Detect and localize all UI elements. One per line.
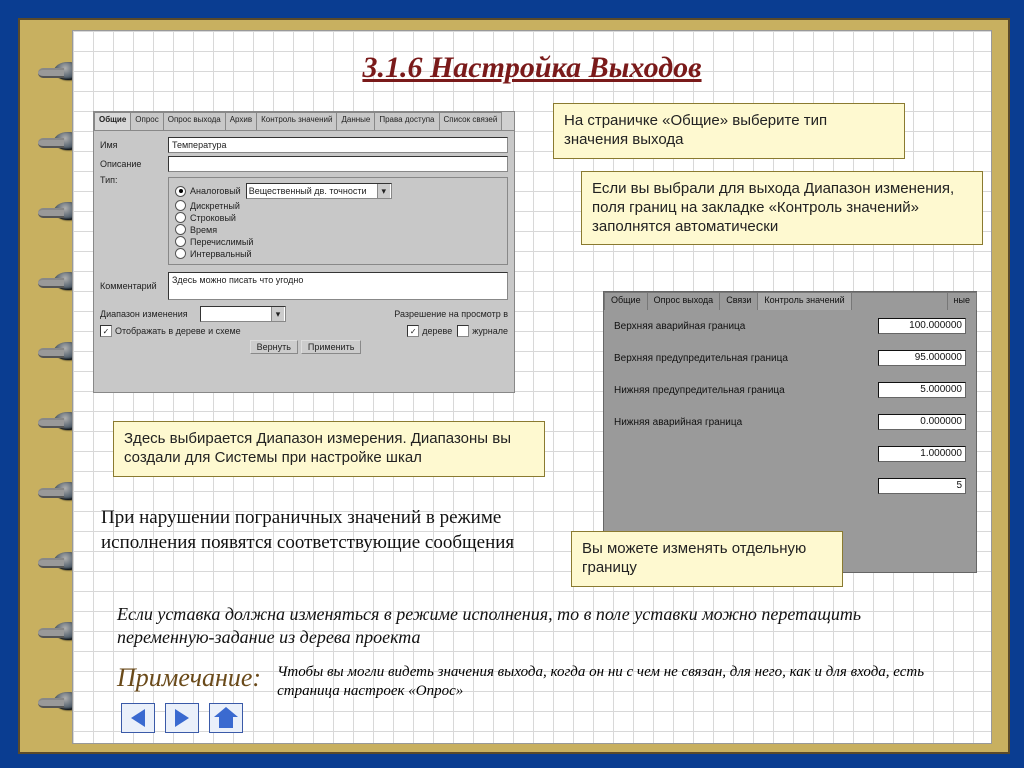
tab-value-control[interactable]: Контроль значений [256, 112, 337, 130]
show-tree-label: Отображать в дереве и схеме [115, 326, 241, 336]
callout-range-select: Здесь выбирается Диапазон измерения. Диа… [113, 421, 545, 477]
body-text-2: Если уставка должна изменяться в режиме … [117, 603, 957, 648]
subtype-dropdown[interactable]: Вещественный дв. точности [246, 183, 392, 199]
name-input[interactable]: Температура [168, 137, 508, 153]
slide-nav [121, 703, 243, 733]
upper-warn-value[interactable]: 95.000000 [878, 350, 966, 366]
extra-value-2[interactable]: 5 [878, 478, 966, 494]
p2-tab-general[interactable]: Общие [604, 292, 648, 310]
range-dropdown[interactable] [200, 306, 286, 322]
revert-button[interactable]: Вернуть [250, 340, 298, 354]
perm-tree-checkbox[interactable]: ✓ [407, 325, 419, 337]
perm-label: Разрешение на просмотр в [394, 309, 508, 319]
type-discrete[interactable]: Дискретный [175, 200, 501, 211]
next-button[interactable] [165, 703, 199, 733]
lower-alarm-value[interactable]: 0.000000 [878, 414, 966, 430]
panel2-tabs: Общие Опрос выхода Связи Контроль значен… [604, 292, 976, 310]
prev-button[interactable] [121, 703, 155, 733]
p2-tab-poll[interactable]: Опрос выхода [647, 292, 721, 310]
name-label: Имя [100, 140, 168, 150]
apply-button[interactable]: Применить [301, 340, 362, 354]
p2-tab-extra[interactable]: ные [947, 292, 977, 310]
tab-poll-output[interactable]: Опрос выхода [163, 112, 226, 130]
upper-alarm-label: Верхняя аварийная граница [614, 321, 745, 332]
callout-range-auto: Если вы выбрали для выхода Диапазон изме… [581, 171, 983, 245]
extra-value-1[interactable]: 1.000000 [878, 446, 966, 462]
arrow-left-icon [131, 709, 145, 727]
tab-access[interactable]: Права доступа [374, 112, 439, 130]
tab-archive[interactable]: Архив [225, 112, 257, 130]
lower-alarm-label: Нижняя аварийная граница [614, 417, 742, 428]
type-string[interactable]: Строковый [175, 212, 501, 223]
callout-select-type: На страничке «Общие» выберите тип значен… [553, 103, 905, 159]
panel1-tabs: Общие Опрос Опрос выхода Архив Контроль … [94, 112, 514, 131]
range-label: Диапазон изменения [100, 309, 200, 319]
show-tree-checkbox[interactable]: ✓ [100, 325, 112, 337]
callout-edit-limit: Вы можете изменять отдельную границу [571, 531, 843, 587]
type-enum[interactable]: Перечислимый [175, 236, 501, 247]
type-time[interactable]: Время [175, 224, 501, 235]
desc-label: Описание [100, 159, 168, 169]
note-text: Чтобы вы могли видеть значения выхода, к… [277, 663, 967, 701]
lower-warn-label: Нижняя предупредительная граница [614, 385, 785, 396]
tab-links[interactable]: Список связей [439, 112, 503, 130]
tab-poll[interactable]: Опрос [130, 112, 163, 130]
arrow-right-icon [175, 709, 189, 727]
general-settings-panel: Общие Опрос Опрос выхода Архив Контроль … [93, 111, 515, 393]
note-label: Примечание: [117, 663, 261, 693]
tab-general[interactable]: Общие [94, 112, 131, 130]
lower-warn-value[interactable]: 5.000000 [878, 382, 966, 398]
upper-alarm-value[interactable]: 100.000000 [878, 318, 966, 334]
perm-journal-checkbox[interactable] [457, 325, 469, 337]
home-button[interactable] [209, 703, 243, 733]
page-title: 3.1.6 Настройка Выходов [73, 51, 991, 85]
upper-warn-label: Верхняя предупредительная граница [614, 353, 788, 364]
type-analog[interactable]: Аналоговый Вещественный дв. точности [175, 183, 501, 199]
type-interval[interactable]: Интервальный [175, 248, 501, 259]
tab-data[interactable]: Данные [336, 112, 375, 130]
comment-input[interactable]: Здесь можно писать что угодно [168, 272, 508, 300]
comment-label: Комментарий [100, 281, 168, 291]
p2-tab-links[interactable]: Связи [719, 292, 758, 310]
p2-tab-control[interactable]: Контроль значений [757, 292, 851, 310]
body-text-1: При нарушении пограничных значений в реж… [101, 506, 541, 555]
type-label: Тип: [100, 175, 168, 185]
desc-input[interactable] [168, 156, 508, 172]
